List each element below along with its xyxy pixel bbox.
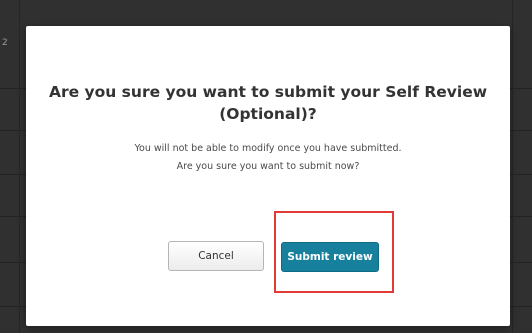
confirm-submit-dialog: Are you sure you want to submit your Sel… xyxy=(26,26,510,326)
background-column-divider xyxy=(512,0,513,333)
background-column-divider xyxy=(19,0,20,333)
dialog-message-line: You will not be able to modify once you … xyxy=(134,143,402,154)
cancel-button[interactable]: Cancel xyxy=(168,241,264,271)
dialog-title: Are you sure you want to submit your Sel… xyxy=(48,83,488,123)
dialog-message: You will not be able to modify once you … xyxy=(46,140,490,176)
submit-review-button[interactable]: Submit review xyxy=(281,242,379,272)
dialog-message-line: Are you sure you want to submit now? xyxy=(176,161,360,172)
background-edge-text: 2 xyxy=(2,38,8,48)
